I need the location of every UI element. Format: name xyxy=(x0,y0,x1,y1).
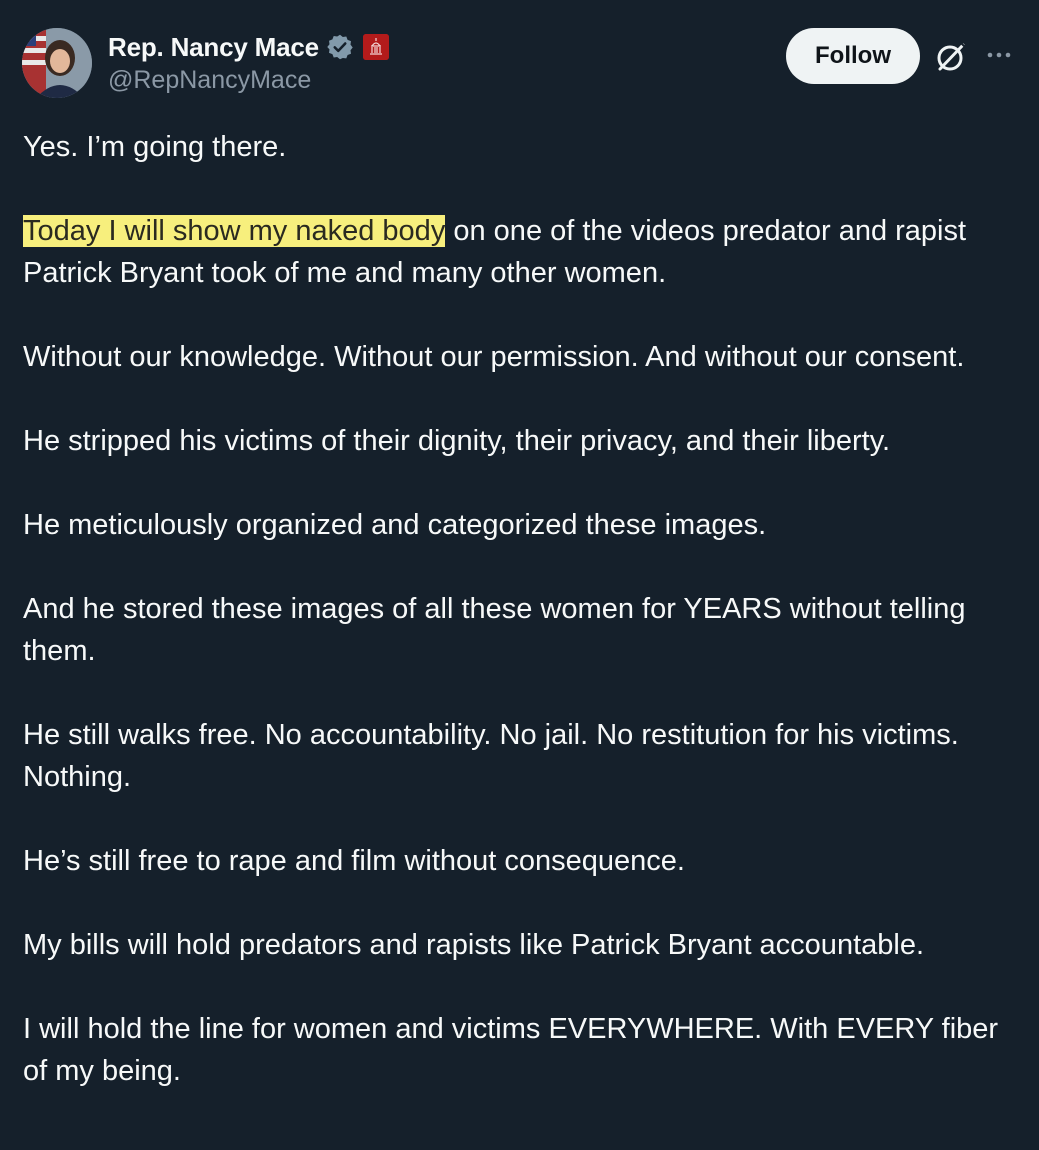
post-paragraph: And he stored these images of all these … xyxy=(23,588,1023,672)
post-text: Yes. I’m going there. Today I will show … xyxy=(23,126,1023,1092)
post-header: Rep. Nancy Mace @RepNancyMace Follow xyxy=(0,0,1039,110)
post-paragraph: He meticulously organized and categorize… xyxy=(23,504,1023,546)
paragraph-text: He stripped his victims of their dignity… xyxy=(23,425,891,457)
verified-badge-icon xyxy=(326,33,354,61)
grok-icon[interactable] xyxy=(934,40,968,74)
more-options-icon[interactable] xyxy=(984,40,1014,70)
paragraph-text: And he stored these images of all these … xyxy=(23,593,966,667)
post-paragraph: He stripped his victims of their dignity… xyxy=(23,420,1023,462)
avatar[interactable] xyxy=(22,28,92,98)
post-paragraph: He still walks free. No accountability. … xyxy=(23,714,1023,798)
avatar-image xyxy=(22,28,92,98)
paragraph-text: He’s still free to rape and film without… xyxy=(23,845,685,877)
paragraph-text: He meticulously organized and categorize… xyxy=(23,509,767,541)
post-paragraph: Yes. I’m going there. xyxy=(23,126,1023,168)
post-paragraph: Today I will show my naked body on one o… xyxy=(23,210,1023,294)
paragraph-text: My bills will hold predators and rapists… xyxy=(23,929,925,961)
post-paragraph: I will hold the line for women and victi… xyxy=(23,1008,1023,1092)
paragraph-text: I will hold the line for women and victi… xyxy=(23,1013,999,1087)
post-paragraph: Without our knowledge. Without our permi… xyxy=(23,336,1023,378)
highlighted-text: Today I will show my naked body xyxy=(23,215,446,247)
paragraph-text: He still walks free. No accountability. … xyxy=(23,719,959,793)
paragraph-text: Without our knowledge. Without our permi… xyxy=(23,341,965,373)
follow-button[interactable]: Follow xyxy=(786,28,920,84)
gov-badge-icon xyxy=(362,34,389,60)
author-display-name[interactable]: Rep. Nancy Mace xyxy=(108,32,319,63)
paragraph-text: Yes. I’m going there. xyxy=(23,131,287,163)
author-handle[interactable]: @RepNancyMace xyxy=(108,66,311,95)
post-paragraph: My bills will hold predators and rapists… xyxy=(23,924,1023,966)
name-row: Rep. Nancy Mace xyxy=(108,30,389,64)
post-paragraph: He’s still free to rape and film without… xyxy=(23,840,1023,882)
